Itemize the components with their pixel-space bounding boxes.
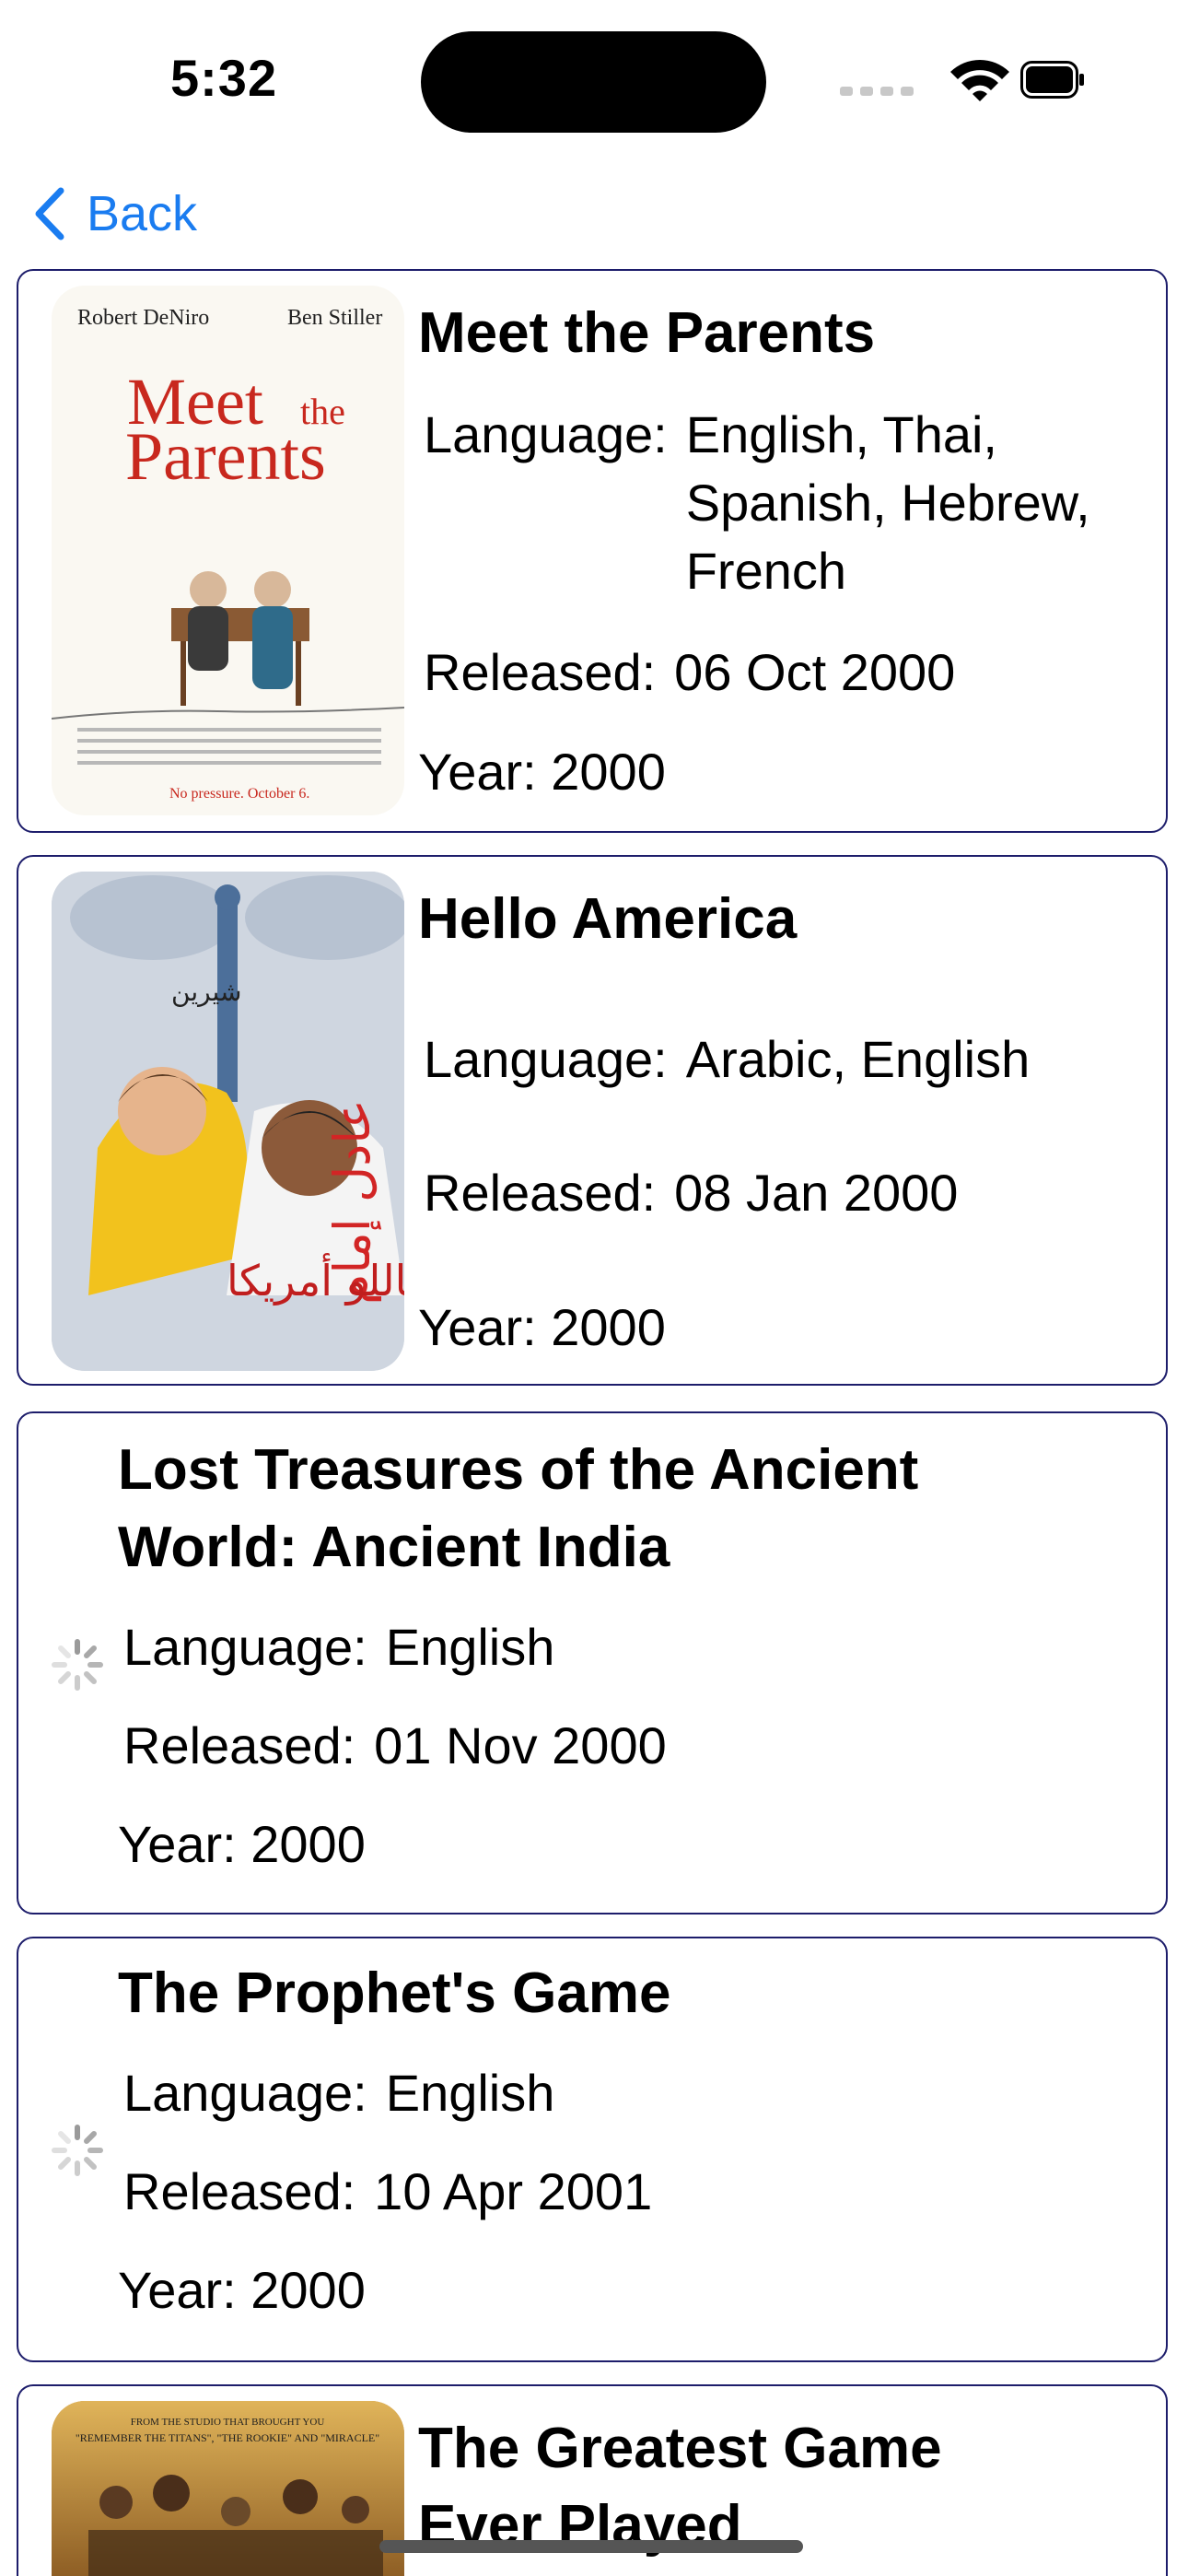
language-row: Language: Arabic, English <box>424 1025 1142 1094</box>
language-label: Language: <box>123 1618 367 1676</box>
loading-spinner-icon <box>52 2125 103 2176</box>
movie-title: Lost Treasures of the Ancient World: Anc… <box>118 1438 919 1579</box>
year-text: Year: 2000 <box>118 1815 366 1873</box>
poster-arabic-costar: شيرين <box>171 977 241 1007</box>
battery-icon <box>1020 61 1084 99</box>
navigation-bar: Back <box>0 166 1188 258</box>
poster-arabic-title: هاللو أمريكا <box>227 1253 404 1306</box>
poster-studio-line: FROM THE STUDIO THAT BROUGHT YOU <box>131 2417 325 2428</box>
released-label: Released: <box>123 2162 356 2220</box>
language-value: Arabic, English <box>685 1030 1031 1088</box>
cellular-signal-icon <box>840 87 914 96</box>
year-text: Year: 2000 <box>418 1298 666 1356</box>
wifi-icon <box>950 60 1009 101</box>
loading-spinner-icon <box>52 1639 103 1691</box>
movie-card[interactable]: Lost Treasures of the Ancient World: Anc… <box>17 1411 1168 1914</box>
movie-title: Hello America <box>418 887 798 951</box>
language-label: Language: <box>424 405 668 463</box>
status-time: 5:32 <box>170 49 278 107</box>
poster-art: عادل إمام هاللو أمريكا شيرين <box>52 872 404 1371</box>
home-indicator[interactable] <box>379 2540 803 2553</box>
released-row: Released: 08 Jan 2000 <box>424 1159 1142 1227</box>
language-value: English <box>385 1618 555 1676</box>
released-value: 06 Oct 2000 <box>674 643 956 701</box>
poster-actor-left: Robert DeNiro <box>77 306 209 330</box>
movie-title: The Prophet's Game <box>118 1961 671 2025</box>
poster-actor-right: Ben Stiller <box>287 306 382 330</box>
language-row: Language: English <box>123 1613 1044 1681</box>
movie-title: Meet the Parents <box>418 301 876 365</box>
movie-poster: Robert DeNiro Ben Stiller Meet the Paren… <box>52 286 404 815</box>
poster-art: Robert DeNiro Ben Stiller Meet the Paren… <box>52 306 404 802</box>
released-row: Released: 10 Apr 2001 <box>123 2158 1044 2226</box>
released-label: Released: <box>424 1164 657 1222</box>
movie-card[interactable]: Robert DeNiro Ben Stiller Meet the Paren… <box>17 269 1168 833</box>
status-bar: 5:32 <box>0 0 1188 147</box>
language-row: Language: English <box>123 2059 1044 2127</box>
dynamic-island <box>421 31 766 133</box>
released-row: Released: 06 Oct 2000 <box>424 638 1142 707</box>
year-text: Year: 2000 <box>118 2261 366 2319</box>
back-label: Back <box>87 186 198 241</box>
poster-studio-films: "REMEMBER THE TITANS", "THE ROOKIE" AND … <box>76 2431 379 2444</box>
poster-art: FROM THE STUDIO THAT BROUGHT YOU "REMEMB… <box>52 2401 404 2576</box>
movie-poster: FROM THE STUDIO THAT BROUGHT YOU "REMEMB… <box>52 2401 404 2576</box>
chevron-left-icon <box>35 187 64 240</box>
language-value: English <box>385 2064 555 2122</box>
back-button[interactable]: Back <box>33 181 197 247</box>
poster-tagline: No pressure. October 6. <box>169 786 309 802</box>
released-value: 10 Apr 2001 <box>374 2162 653 2220</box>
language-value: English, Thai, Spanish, Hebrew, French <box>685 405 1090 600</box>
released-row: Released: 01 Nov 2000 <box>123 1712 1044 1780</box>
released-label: Released: <box>424 643 657 701</box>
language-label: Language: <box>123 2064 367 2122</box>
movie-card[interactable]: The Prophet's Game Language: English Rel… <box>17 1937 1168 2362</box>
released-value: 08 Jan 2000 <box>674 1164 959 1222</box>
movie-poster: عادل إمام هاللو أمريكا شيرين <box>52 872 404 1371</box>
movie-card[interactable]: عادل إمام هاللو أمريكا شيرين Hello Ameri… <box>17 855 1168 1386</box>
language-label: Language: <box>424 1030 668 1088</box>
released-value: 01 Nov 2000 <box>374 1716 667 1774</box>
released-label: Released: <box>123 1716 356 1774</box>
poster-title-word: Parents <box>125 419 326 495</box>
year-text: Year: 2000 <box>418 743 666 801</box>
language-row: Language: English, Thai, Spanish, Hebrew… <box>424 401 1142 605</box>
status-icons <box>840 60 1084 101</box>
